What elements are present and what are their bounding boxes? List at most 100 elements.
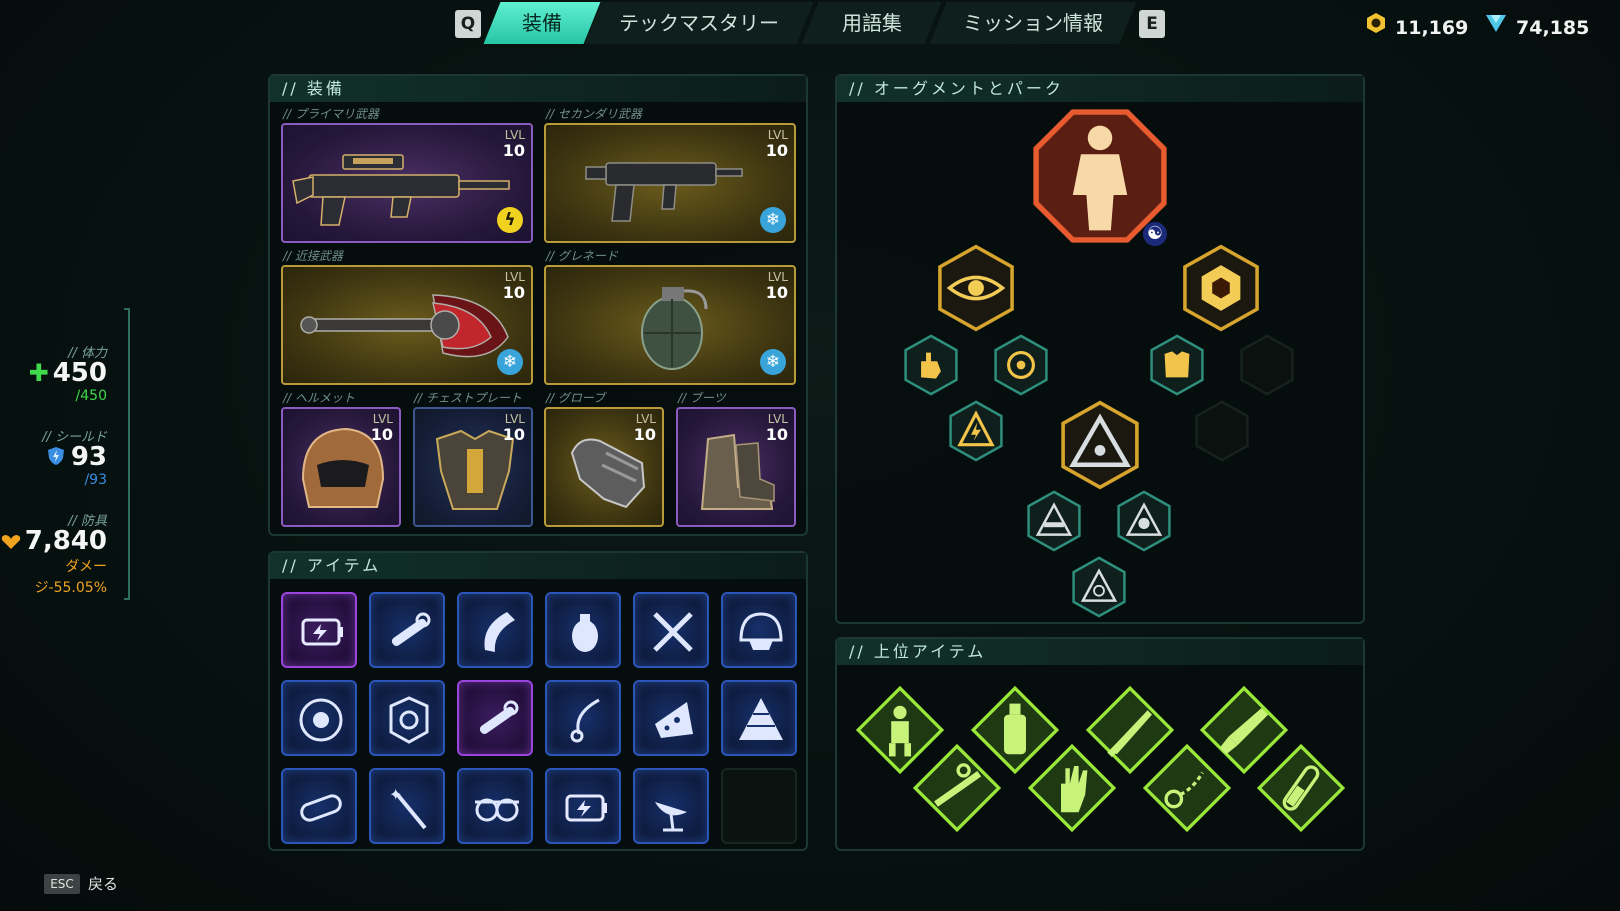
axe-icon bbox=[300, 294, 509, 358]
next-tab-key[interactable]: E bbox=[1139, 10, 1165, 38]
vest-icon bbox=[1164, 351, 1190, 378]
melee-level: LVL 10 bbox=[502, 270, 525, 302]
boots-label: // ブーツ bbox=[678, 391, 726, 405]
item-slot[interactable] bbox=[545, 592, 621, 668]
lvl-number: 10 bbox=[502, 141, 525, 160]
perk-slot[interactable] bbox=[1177, 244, 1265, 332]
frag-grenade-icon bbox=[641, 287, 708, 370]
tab-glossary-label: 用語集 bbox=[841, 11, 902, 35]
grenade-icon bbox=[572, 614, 598, 652]
satellite-dish-icon bbox=[655, 802, 687, 832]
top-item-slot[interactable] bbox=[1028, 744, 1116, 832]
tab-tech-mastery[interactable]: テックマスタリー bbox=[584, 2, 814, 44]
grenade-label: // グレネード bbox=[546, 249, 618, 263]
item-slot[interactable] bbox=[369, 592, 445, 668]
item-slot[interactable] bbox=[633, 592, 709, 668]
perk-slot[interactable] bbox=[1023, 490, 1085, 552]
tab-equipment[interactable]: 装備 bbox=[483, 2, 601, 44]
item-slot[interactable] bbox=[545, 680, 621, 756]
primary-weapon-label: // プライマリ武器 bbox=[283, 107, 379, 121]
tab-mission-info-label: ミッション情報 bbox=[963, 11, 1103, 35]
health-cross-icon: ✚ bbox=[28, 359, 49, 387]
battery-icon bbox=[301, 618, 343, 646]
lvl-number: 10 bbox=[370, 425, 393, 444]
gold-amount: 11,169 bbox=[1395, 17, 1469, 39]
shield-icon bbox=[47, 443, 65, 473]
melee-weapon-slot[interactable]: LVL 10 ❄ bbox=[281, 265, 533, 385]
tab-tech-mastery-label: テックマスタリー bbox=[619, 11, 779, 35]
empty-augment-slot[interactable] bbox=[1236, 334, 1298, 396]
lvl-number: 10 bbox=[502, 425, 525, 444]
item-slot[interactable] bbox=[281, 680, 357, 756]
primary-weapon-slot[interactable]: LVL 10 ϟ bbox=[281, 123, 533, 243]
empty-augment-slot[interactable] bbox=[1191, 400, 1253, 462]
gold-coin-icon bbox=[1365, 12, 1387, 39]
perk-slot[interactable] bbox=[1068, 556, 1130, 618]
tab-mission-info[interactable]: ミッション情報 bbox=[929, 2, 1137, 44]
stats-divider bbox=[124, 308, 130, 600]
boots-slot[interactable]: LVL 10 bbox=[676, 407, 796, 527]
back-button[interactable]: 戻る bbox=[88, 874, 118, 894]
item-slot[interactable] bbox=[633, 680, 709, 756]
crossed-swords-icon bbox=[653, 612, 693, 652]
disc-icon bbox=[299, 698, 343, 742]
item-slot[interactable] bbox=[545, 768, 621, 844]
chestplate-slot[interactable]: LVL 10 bbox=[413, 407, 533, 527]
item-slot[interactable] bbox=[369, 680, 445, 756]
item-slot[interactable] bbox=[281, 768, 357, 844]
top-item-slot[interactable] bbox=[913, 744, 1001, 832]
melee-weapon-label: // 近接武器 bbox=[283, 249, 343, 263]
lvl-number: 10 bbox=[502, 283, 525, 302]
perk-slot[interactable] bbox=[945, 400, 1007, 462]
item-slot[interactable] bbox=[633, 768, 709, 844]
perk-slot[interactable] bbox=[990, 334, 1052, 396]
goggles-icon bbox=[475, 798, 519, 822]
augments-panel-title: // オーグメントとパーク bbox=[837, 76, 1363, 102]
item-slot[interactable] bbox=[721, 592, 797, 668]
frost-icon: ❄ bbox=[497, 349, 523, 375]
helmet-slot[interactable]: LVL 10 bbox=[281, 407, 401, 527]
perk-slot[interactable] bbox=[900, 334, 962, 396]
wand-icon: ✦ bbox=[389, 785, 427, 830]
bolt-icon: ϟ bbox=[497, 207, 523, 233]
empty-item-slot[interactable] bbox=[721, 768, 797, 844]
health-max: /450 bbox=[75, 388, 107, 404]
item-slot[interactable] bbox=[457, 680, 533, 756]
scope-icon bbox=[391, 612, 431, 646]
perk-slot[interactable] bbox=[1055, 400, 1145, 490]
shield-max: /93 bbox=[84, 472, 107, 488]
top-item-slot[interactable] bbox=[1143, 744, 1231, 832]
crystal-icon bbox=[1484, 12, 1508, 39]
item-slot[interactable] bbox=[457, 592, 533, 668]
gloves-label: // グローブ bbox=[546, 391, 606, 405]
perk-slot[interactable] bbox=[1146, 334, 1208, 396]
item-slot[interactable] bbox=[281, 592, 357, 668]
armor-plate-icon bbox=[389, 696, 429, 744]
secondary-weapon-slot[interactable]: LVL 10 ❄ bbox=[544, 123, 796, 243]
tab-glossary[interactable]: 用語集 bbox=[801, 2, 942, 44]
lanyard-icon bbox=[570, 698, 600, 743]
top-item-slot[interactable] bbox=[1257, 744, 1345, 832]
smg-icon bbox=[585, 162, 743, 222]
helmet-level: LVL 10 bbox=[370, 412, 393, 444]
scope-icon bbox=[479, 700, 519, 734]
armor-sub-line-2: ジ-55.05% bbox=[34, 580, 107, 596]
prev-tab-key[interactable]: Q bbox=[455, 10, 481, 38]
perk-slot[interactable] bbox=[1113, 490, 1175, 552]
lvl-number: 10 bbox=[765, 141, 788, 160]
gloves-slot[interactable]: LVL 10 bbox=[544, 407, 664, 527]
helmet-label: // ヘルメット bbox=[283, 391, 355, 405]
frost-icon: ❄ bbox=[760, 349, 786, 375]
item-slot[interactable] bbox=[457, 768, 533, 844]
primary-level: LVL 10 bbox=[502, 128, 525, 160]
perk-slot[interactable] bbox=[932, 244, 1020, 332]
food-pyramid-icon bbox=[739, 698, 783, 740]
grenade-slot[interactable]: LVL 10 ❄ bbox=[544, 265, 796, 385]
esc-key[interactable]: ESC bbox=[44, 874, 80, 894]
secondary-level: LVL 10 bbox=[765, 128, 788, 160]
boots-level: LVL 10 bbox=[766, 412, 788, 443]
cheese-icon bbox=[655, 702, 693, 738]
armor-sub-line-1: ダメー bbox=[65, 559, 107, 575]
item-slot[interactable]: ✦ bbox=[369, 768, 445, 844]
item-slot[interactable] bbox=[721, 680, 797, 756]
